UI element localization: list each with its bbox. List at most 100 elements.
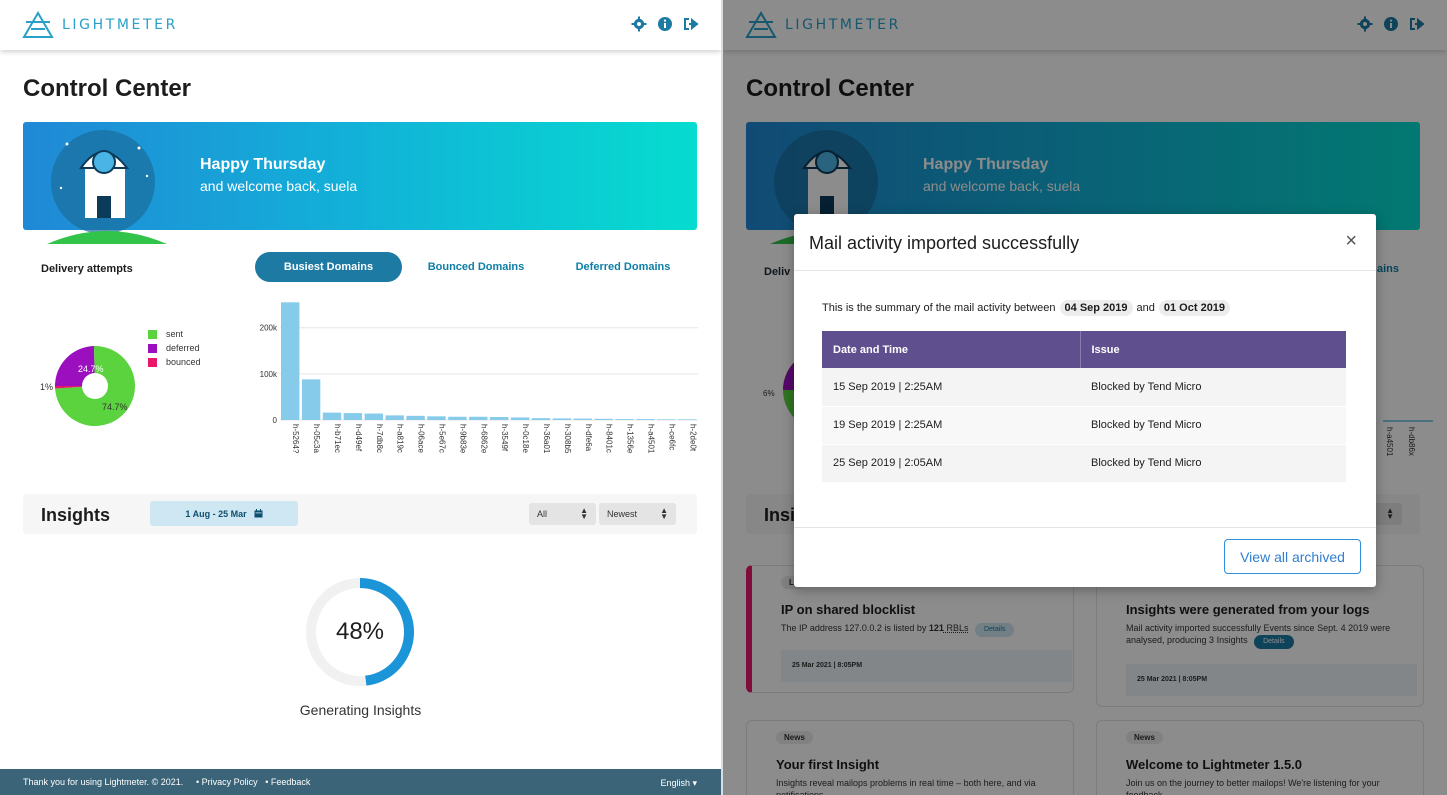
greeting-text: Happy Thursday [200, 156, 326, 173]
table-cell-date: 19 Sep 2019 | 2:25AM [822, 406, 1080, 445]
summary-and: and [1136, 302, 1155, 314]
language-selector[interactable]: English ▾ [660, 778, 697, 789]
x-tick-label: h-06ace [417, 424, 426, 453]
modal-title: Mail activity imported successfully [809, 233, 1080, 253]
bar[interactable] [301, 379, 321, 420]
generating-insights-label: Generating Insights [299, 702, 422, 718]
legend-swatch-deferred [148, 343, 157, 353]
bar[interactable] [322, 412, 342, 420]
y-tick-label: 100k [260, 370, 278, 379]
summary-text: This is the summary of the mail activity… [822, 300, 1231, 316]
table-row: 19 Sep 2019 | 2:25AM Blocked by Tend Mic… [822, 406, 1346, 445]
bar[interactable] [427, 416, 446, 420]
legend-label: sent [166, 329, 184, 339]
bar[interactable] [510, 417, 530, 420]
view-all-archived-button[interactable]: View all archived [1224, 539, 1361, 574]
observatory-illustration [47, 130, 167, 244]
x-tick-label: h-0c18e [521, 424, 530, 453]
bar[interactable] [490, 417, 509, 420]
x-tick-label: h-308b5 [563, 424, 572, 454]
insights-header: Insights 1 Aug - 25 Mar All ▲ ▼ Newest ▲ ▼ [23, 494, 697, 534]
privacy-policy-link[interactable]: • Privacy Policy [196, 777, 258, 787]
table-cell-issue: Blocked by Tend Micro [1080, 368, 1346, 407]
sort-caret-icon: ▲ ▼ [660, 506, 668, 521]
x-tick-label: h-b71ec [333, 424, 342, 453]
bar[interactable] [448, 416, 467, 420]
pie-legend: sent deferred bounced [148, 327, 201, 369]
bar[interactable] [531, 418, 551, 420]
insights-title: Insights [41, 505, 111, 525]
progress-percent: 48% [335, 618, 385, 645]
tab-deferred-domains[interactable]: Deferred Domains [556, 252, 690, 282]
legend-swatch-bounced [148, 357, 157, 367]
column-header-issue: Issue [1079, 331, 1346, 368]
x-tick-label: h-2de0t [688, 424, 697, 452]
x-tick-label: h-36a01 [542, 424, 551, 454]
bar[interactable] [657, 419, 676, 420]
x-tick-label: h-dfe6a [584, 424, 593, 452]
start-date-chip: 04 Sep 2019 [1059, 300, 1133, 316]
footer-thanks: Thank you for using Lightmeter. © 2021. [23, 777, 184, 787]
busiest-domains-bar-chart: 0 100k 200k h-5264? h-05c3a h-b71ec h-d49ef h-7… [260, 302, 698, 454]
calendar-icon [254, 509, 263, 518]
sort-caret-icon: ▲ ▼ [580, 506, 588, 521]
pie-data-label: 1% [40, 382, 53, 392]
tab-bounced-domains[interactable]: Bounced Domains [409, 252, 543, 282]
logout-icon[interactable] [683, 16, 699, 32]
end-date-chip: 01 Oct 2019 [1158, 300, 1231, 316]
table-row: 25 Sep 2019 | 2:05AM Blocked by Tend Mic… [822, 444, 1346, 483]
date-range-label: 1 Aug - 25 Mar [185, 508, 247, 519]
x-tick-label: h-a4501 [647, 424, 656, 454]
bar[interactable] [469, 416, 488, 420]
legend-item-bounced: bounced [148, 355, 201, 369]
pie-hole [82, 373, 108, 399]
x-tick-label: h-a819c [396, 424, 405, 453]
bar[interactable] [594, 418, 613, 420]
welcome-text: and welcome back, suela [200, 178, 358, 194]
legend-swatch-sent [148, 329, 157, 339]
legend-label: deferred [166, 343, 200, 353]
bar[interactable] [281, 302, 300, 420]
bar[interactable] [552, 418, 572, 420]
legend-item-sent: sent [148, 327, 201, 341]
lightmeter-logo-icon [22, 11, 54, 38]
sort-order-select[interactable]: Newest ▲ ▼ [599, 503, 676, 525]
footer: Thank you for using Lightmeter. © 2021. … [0, 769, 721, 795]
control-center-page: LIGHTMETER Control Center Happy Thursday… [0, 0, 721, 795]
feedback-link[interactable]: • Feedback [265, 777, 310, 787]
column-header-date-time: Date and Time [822, 331, 1080, 368]
table-row: 15 Sep 2019 | 2:25AM Blocked by Tend Mic… [822, 368, 1346, 407]
settings-gear-icon[interactable] [631, 16, 647, 32]
select-value: Newest [607, 509, 638, 519]
top-navbar: LIGHTMETER [0, 0, 721, 50]
delivery-attempts-title: Delivery attempts [41, 263, 133, 275]
y-tick-label: 200k [260, 324, 278, 333]
bar[interactable] [343, 413, 363, 420]
bar[interactable] [406, 415, 425, 420]
pie-data-label: 74.7% [102, 402, 128, 412]
control-center-page-with-modal: LIGHTMETER Control Center Happy Thursday… [723, 0, 1447, 795]
import-summary-modal: Mail activity imported successfully × Th… [794, 214, 1376, 587]
summary-label: This is the summary of the mail activity… [822, 302, 1056, 314]
bar[interactable] [636, 419, 655, 420]
tab-busiest-domains[interactable]: Busiest Domains [255, 252, 402, 282]
table-cell-issue: Blocked by Tend Micro [1080, 444, 1346, 483]
bar[interactable] [678, 419, 697, 420]
bar[interactable] [615, 419, 634, 420]
close-icon[interactable]: × [1345, 230, 1357, 253]
x-tick-label: h-3549f [500, 424, 509, 452]
logo[interactable]: LIGHTMETER [22, 11, 178, 39]
info-icon[interactable] [657, 16, 673, 32]
x-tick-label: h-8401c [605, 424, 614, 453]
x-tick-label: h-1356e [626, 424, 635, 454]
legend-label: bounced [166, 357, 201, 367]
x-tick-label: h-5e67c [438, 424, 447, 453]
date-range-picker[interactable]: 1 Aug - 25 Mar [150, 501, 298, 526]
x-tick-label: h-05c3a [312, 424, 321, 453]
table-cell-issue: Blocked by Tend Micro [1080, 406, 1346, 445]
category-filter-select[interactable]: All ▲ ▼ [529, 503, 596, 525]
x-tick-label: h-5264? [291, 424, 300, 454]
bar[interactable] [385, 415, 404, 420]
bar[interactable] [364, 413, 383, 420]
bar[interactable] [573, 418, 592, 420]
